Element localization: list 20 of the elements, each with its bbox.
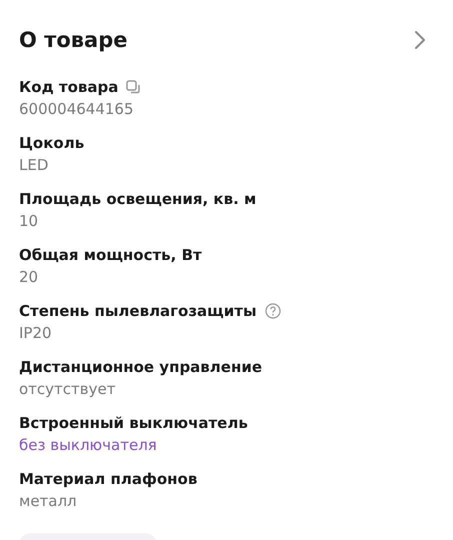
help-icon[interactable]: [264, 303, 281, 319]
property-label: Встроенный выключатель: [19, 414, 248, 432]
copy-icon[interactable]: [126, 80, 142, 94]
property-label: Дистанционное управление: [19, 358, 262, 376]
chevron-right-icon[interactable]: [414, 30, 426, 50]
property-value: металл: [19, 491, 78, 512]
property-value-link[interactable]: без выключателя: [19, 434, 157, 456]
section-title: О товаре: [19, 28, 128, 52]
property-label: Площадь освещения, кв. м: [19, 190, 256, 208]
property-label: Цоколь: [19, 134, 84, 152]
property-value: 20: [19, 267, 40, 288]
property-value: 600004644165: [19, 99, 135, 120]
property-value: 10: [19, 211, 40, 232]
property-label: Материал плафонов: [19, 470, 198, 488]
property-value: отсутствует: [19, 379, 116, 400]
property-value: IP20: [19, 323, 53, 344]
property-label: Степень пылевлагозащиты: [19, 302, 257, 320]
property-label: Код товара: [19, 78, 118, 96]
property-value: LED: [19, 155, 50, 176]
property-label: Общая мощность, Вт: [19, 246, 202, 264]
